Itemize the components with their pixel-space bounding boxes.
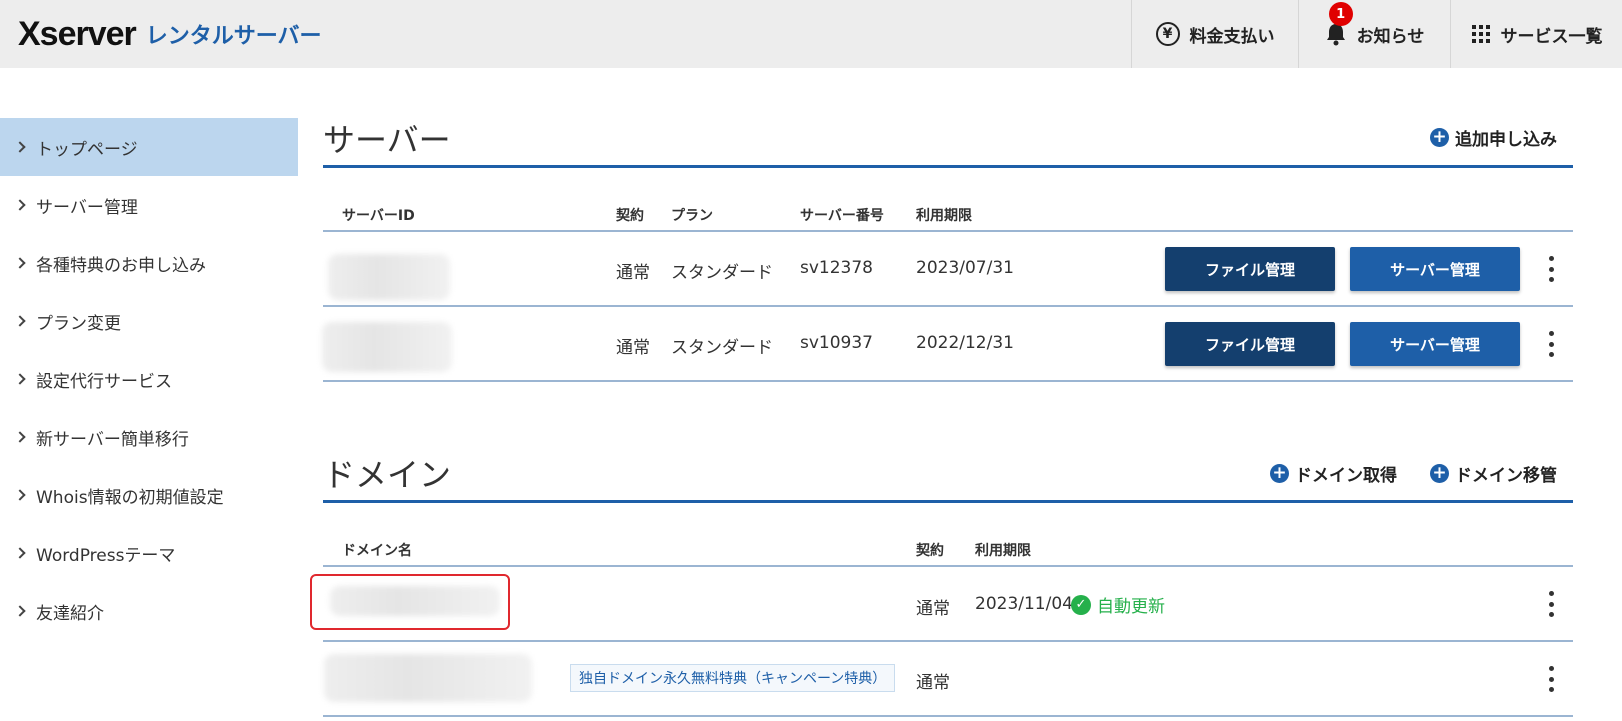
redacted-server-id bbox=[328, 254, 450, 300]
server-plan: スタンダード bbox=[671, 338, 773, 358]
sidebar-item-label: 設定代行サービス bbox=[36, 371, 172, 392]
domain-transfer-label: ドメイン移管 bbox=[1455, 466, 1557, 486]
sidebar-item-label: Whois情報の初期値設定 bbox=[36, 487, 224, 508]
chevron-right-icon bbox=[14, 257, 26, 269]
chevron-right-icon bbox=[14, 489, 26, 501]
server-number: sv10937 bbox=[800, 333, 873, 353]
grid-icon bbox=[1471, 24, 1491, 44]
sidebar-item-label: WordPressテーマ bbox=[36, 545, 176, 566]
domain-acquire-link[interactable]: + ドメイン取得 bbox=[1270, 461, 1397, 486]
column-header-domain-name: ドメイン名 bbox=[342, 543, 412, 559]
sidebar-item-label: プラン変更 bbox=[36, 313, 121, 334]
sidebar-item-label: サーバー管理 bbox=[36, 197, 138, 218]
notifications-nav[interactable]: 1 お知らせ bbox=[1298, 0, 1450, 68]
sidebar-item-label: 新サーバー簡単移行 bbox=[36, 429, 189, 450]
chevron-right-icon bbox=[14, 547, 26, 559]
server-plan: スタンダード bbox=[671, 263, 773, 283]
chevron-right-icon bbox=[14, 141, 26, 153]
column-header-server-id: サーバーID bbox=[342, 208, 415, 224]
more-options-icon[interactable] bbox=[1548, 591, 1554, 617]
row-divider bbox=[323, 230, 1573, 232]
campaign-badge: 独自ドメイン永久無料特典（キャンペーン特典） bbox=[570, 664, 896, 692]
sidebar-item-migration[interactable]: 新サーバー簡単移行 bbox=[0, 408, 298, 466]
column-header-contract: 契約 bbox=[616, 208, 644, 224]
file-manager-button[interactable]: ファイル管理 bbox=[1165, 247, 1335, 291]
server-section-title: サーバー bbox=[323, 121, 451, 159]
sidebar-item-wordpress-theme[interactable]: WordPressテーマ bbox=[0, 524, 298, 582]
domain-section-divider bbox=[323, 500, 1573, 503]
more-options-icon[interactable] bbox=[1548, 331, 1554, 357]
more-options-icon[interactable] bbox=[1548, 256, 1554, 282]
sidebar-item-label: 各種特典のお申し込み bbox=[36, 255, 206, 276]
domain-contract: 通常 bbox=[916, 599, 950, 619]
column-header-server-number: サーバー番号 bbox=[800, 208, 884, 224]
file-manager-button[interactable]: ファイル管理 bbox=[1165, 322, 1335, 366]
notification-badge: 1 bbox=[1328, 2, 1353, 26]
plus-circle-icon: + bbox=[1270, 464, 1289, 483]
server-expiry: 2022/12/31 bbox=[916, 333, 1014, 353]
domain-expiry: 2023/11/04 bbox=[975, 594, 1073, 614]
column-header-expiry: 利用期限 bbox=[975, 543, 1031, 559]
sidebar-item-plan-change[interactable]: プラン変更 bbox=[0, 292, 298, 350]
sidebar-item-setup-service[interactable]: 設定代行サービス bbox=[0, 350, 298, 408]
chevron-right-icon bbox=[14, 605, 26, 617]
auto-renew-status: ✓ 自動更新 bbox=[1071, 592, 1165, 617]
chevron-right-icon bbox=[14, 373, 26, 385]
yen-icon: ¥ bbox=[1155, 22, 1180, 46]
sidebar-item-top[interactable]: トップページ bbox=[0, 118, 298, 176]
row-divider bbox=[323, 715, 1573, 717]
column-header-contract: 契約 bbox=[916, 543, 944, 559]
plus-circle-icon: + bbox=[1430, 128, 1449, 147]
notifications-label: お知らせ bbox=[1356, 26, 1425, 47]
server-expiry: 2023/07/31 bbox=[916, 258, 1014, 278]
server-management-button[interactable]: サーバー管理 bbox=[1350, 247, 1520, 291]
server-section-divider bbox=[323, 165, 1573, 168]
row-divider bbox=[323, 640, 1573, 642]
chevron-right-icon bbox=[14, 315, 26, 327]
sidebar-item-server-management[interactable]: サーバー管理 bbox=[0, 176, 298, 234]
plus-circle-icon: + bbox=[1430, 464, 1449, 483]
row-divider bbox=[323, 305, 1573, 307]
more-options-icon[interactable] bbox=[1548, 666, 1554, 692]
server-contract: 通常 bbox=[616, 338, 650, 358]
check-circle-icon: ✓ bbox=[1071, 594, 1091, 615]
add-application-label: 追加申し込み bbox=[1455, 130, 1557, 150]
chevron-right-icon bbox=[14, 199, 26, 211]
payment-nav[interactable]: ¥ 料金支払い bbox=[1131, 0, 1298, 68]
column-header-plan: プラン bbox=[671, 208, 713, 224]
logo-sub: レンタルサーバー bbox=[145, 24, 322, 49]
top-header: Xserver レンタルサーバー ¥ 料金支払い 1 お知らせ サービス一覧 bbox=[0, 0, 1622, 68]
chevron-right-icon bbox=[14, 431, 26, 443]
column-header-expiry: 利用期限 bbox=[916, 208, 972, 224]
auto-renew-label: 自動更新 bbox=[1097, 597, 1165, 617]
logo-main: Xserver bbox=[18, 14, 137, 53]
domain-contract: 通常 bbox=[916, 673, 950, 693]
domain-section-title: ドメイン bbox=[323, 456, 452, 494]
sidebar-item-referral[interactable]: 友達紹介 bbox=[0, 582, 298, 640]
sidebar-item-benefits[interactable]: 各種特典のお申し込み bbox=[0, 234, 298, 292]
row-divider bbox=[323, 380, 1573, 382]
redacted-domain-name bbox=[324, 654, 532, 702]
services-label: サービス一覧 bbox=[1500, 26, 1603, 47]
server-contract: 通常 bbox=[616, 263, 650, 283]
server-number: sv12378 bbox=[800, 258, 873, 278]
server-management-button[interactable]: サーバー管理 bbox=[1350, 322, 1520, 366]
payment-label: 料金支払い bbox=[1189, 26, 1275, 47]
sidebar-item-whois[interactable]: Whois情報の初期値設定 bbox=[0, 466, 298, 524]
bell-icon: 1 bbox=[1325, 2, 1353, 46]
services-nav[interactable]: サービス一覧 bbox=[1450, 0, 1622, 68]
highlight-box bbox=[310, 574, 510, 630]
sidebar-item-label: トップページ bbox=[36, 139, 138, 160]
domain-transfer-link[interactable]: + ドメイン移管 bbox=[1430, 461, 1557, 486]
add-application-link[interactable]: + 追加申し込み bbox=[1430, 125, 1557, 150]
sidebar-item-label: 友達紹介 bbox=[36, 603, 104, 624]
domain-acquire-label: ドメイン取得 bbox=[1295, 466, 1397, 486]
redacted-server-id bbox=[322, 322, 452, 372]
row-divider bbox=[323, 565, 1573, 567]
logo[interactable]: Xserver レンタルサーバー bbox=[18, 14, 322, 54]
